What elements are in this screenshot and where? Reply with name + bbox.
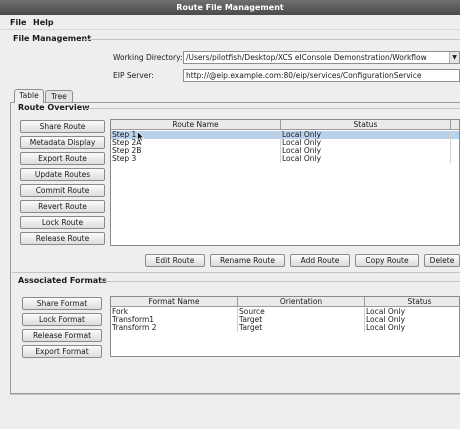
table-row[interactable]: Fork Source Local Only xyxy=(111,308,459,316)
table-row[interactable]: Transform1 Target Local Only xyxy=(111,316,459,324)
share-format-button[interactable]: Share Format xyxy=(22,297,102,310)
format-name-column-header[interactable]: Format Name xyxy=(111,297,238,307)
revert-route-button[interactable]: Revert Route xyxy=(20,200,105,213)
eip-server-label: EIP Server: xyxy=(113,71,154,80)
window-titlebar: Route File Management xyxy=(0,0,460,15)
lock-route-button[interactable]: Lock Route xyxy=(20,216,105,229)
route-table[interactable]: Route Name Status Step 1 Local Only Step… xyxy=(110,119,460,246)
route-table-header: Route Name Status xyxy=(111,120,459,130)
add-route-button[interactable]: Add Route xyxy=(290,254,350,267)
tab-table[interactable]: Table xyxy=(14,89,44,103)
delete-route-button[interactable]: Delete xyxy=(424,254,460,267)
route-overview-divider xyxy=(84,108,460,109)
working-directory-label: Working Directory: xyxy=(113,53,183,62)
menu-file[interactable]: File xyxy=(10,18,26,27)
menu-help[interactable]: Help xyxy=(33,18,54,27)
route-name-cell: Step 3 xyxy=(111,155,281,163)
release-format-button[interactable]: Release Format xyxy=(22,329,102,342)
format-name-cell: Transform 2 xyxy=(111,324,238,332)
release-route-button[interactable]: Release Route xyxy=(20,232,105,245)
mouse-pointer-icon xyxy=(137,131,144,142)
metadata-display-button[interactable]: Metadata Display xyxy=(20,136,105,149)
file-management-divider xyxy=(83,39,460,40)
orientation-column-header[interactable]: Orientation xyxy=(238,297,365,307)
formats-table-header: Format Name Orientation Status xyxy=(111,297,459,307)
working-directory-value: /Users/pilotfish/Desktop/XCS eIConsole D… xyxy=(186,53,427,62)
table-row[interactable]: Step 3 Local Only xyxy=(111,155,459,163)
commit-route-button[interactable]: Commit Route xyxy=(20,184,105,197)
eip-server-field[interactable]: http://@eip.example.com:80/eip/services/… xyxy=(183,69,460,82)
route-name-cell: Step 2B xyxy=(111,147,281,155)
route-overview-title: Route Overview xyxy=(18,103,90,112)
associated-formats-title: Associated Formats xyxy=(18,276,107,285)
chevron-down-icon[interactable]: ▼ xyxy=(449,52,459,63)
associated-formats-top-divider xyxy=(12,272,460,273)
eip-server-value: http://@eip.example.com:80/eip/services/… xyxy=(186,71,422,80)
export-format-button[interactable]: Export Format xyxy=(22,345,102,358)
status-column-header[interactable]: Status xyxy=(281,120,451,130)
status-area xyxy=(10,394,460,414)
associated-formats-divider xyxy=(100,281,460,282)
lock-format-button[interactable]: Lock Format xyxy=(22,313,102,326)
copy-route-button[interactable]: Copy Route xyxy=(355,254,419,267)
edit-route-button[interactable]: Edit Route xyxy=(145,254,205,267)
rename-route-button[interactable]: Rename Route xyxy=(210,254,285,267)
window-title: Route File Management xyxy=(176,3,284,12)
formats-table[interactable]: Format Name Orientation Status Fork Sour… xyxy=(110,296,460,357)
format-orientation-cell: Target xyxy=(238,324,365,332)
route-name-column-header[interactable]: Route Name xyxy=(111,120,281,130)
update-routes-button[interactable]: Update Routes xyxy=(20,168,105,181)
tab-table-label: Table xyxy=(19,91,39,100)
share-route-button[interactable]: Share Route xyxy=(20,120,105,133)
menu-bar: File Help xyxy=(0,15,460,30)
format-status-cell: Local Only xyxy=(365,324,459,332)
table-row[interactable]: Transform 2 Target Local Only xyxy=(111,324,459,332)
tab-tree-label: Tree xyxy=(51,92,67,101)
file-management-title: File Management xyxy=(13,34,92,43)
format-status-column-header[interactable]: Status xyxy=(365,297,459,307)
working-directory-combo[interactable]: /Users/pilotfish/Desktop/XCS eIConsole D… xyxy=(183,51,460,64)
route-status-cell: Local Only xyxy=(281,155,451,163)
export-route-button[interactable]: Export Route xyxy=(20,152,105,165)
